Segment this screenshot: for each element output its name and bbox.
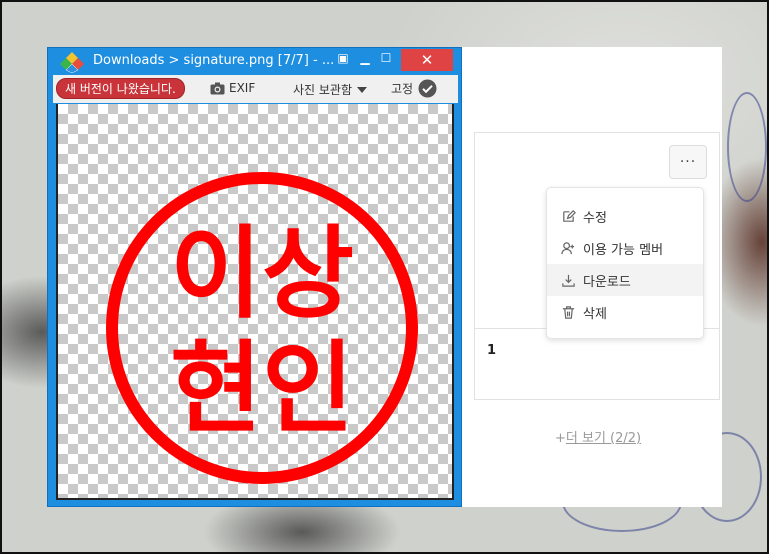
camera-icon [210,82,225,94]
show-more-label: 더 보기 (2/2) [565,431,642,446]
caret-down-icon [357,86,368,93]
seal-stamp-image: 이상 현인 [106,172,418,484]
menu-item-download[interactable]: 다운로드 [547,264,703,296]
plus-icon: + [555,431,566,446]
app-logo-icon [60,52,84,73]
exif-button[interactable]: EXIF [210,81,255,95]
pin-label: 고정 [391,82,414,96]
menu-item-delete[interactable]: 삭제 [547,296,703,328]
menu-item-edit[interactable]: 수정 [547,200,703,232]
card-value: 1 [487,343,497,358]
context-menu: 수정 이용 가능 멤버 다운로드 삭제 [546,187,704,339]
check-circle-icon [418,79,437,98]
menu-item-label: 다운로드 [583,274,631,290]
close-button[interactable]: ✕ [401,49,453,71]
update-available-badge[interactable]: 새 버전이 나왔습니다. [56,78,185,99]
image-viewer-window: Downloads > signature.png [7/7] - ... ▣ … [47,47,462,507]
show-more-link[interactable]: +더 보기 (2/2) [555,427,641,446]
close-icon: ✕ [420,51,434,69]
stamp-line-2: 현인 [170,330,354,447]
fit-window-icon[interactable]: ▣ [334,51,352,69]
viewer-toolbar: 새 버전이 나왔습니다. EXIF 사진 보관함 고정 [53,75,458,103]
menu-item-available-members[interactable]: 이용 가능 멤버 [547,232,703,264]
download-icon [562,274,575,287]
image-canvas[interactable]: 이상 현인 [56,104,454,500]
menu-item-label: 수정 [583,210,607,226]
more-options-button[interactable]: ··· [669,145,707,179]
pin-button[interactable]: 고정 [391,79,441,98]
menu-item-label: 삭제 [583,306,607,322]
edit-icon [563,209,576,222]
exif-label: EXIF [229,81,256,95]
add-member-icon [561,241,575,254]
album-dropdown[interactable]: 사진 보관함 [293,81,368,98]
stamp-line-1: 이상 [170,215,354,332]
minimize-icon[interactable]: ▁ [356,51,374,69]
menu-item-label: 이용 가능 멤버 [583,242,664,258]
album-label: 사진 보관함 [293,83,353,97]
trash-icon [562,305,575,319]
maximize-icon[interactable]: ☐ [377,51,395,69]
viewer-titlebar[interactable]: Downloads > signature.png [7/7] - ... ▣ … [48,48,461,75]
window-title: Downloads > signature.png [7/7] - ... [93,53,335,68]
more-dots-icon: ··· [679,154,697,170]
background-ink-stroke [727,92,767,202]
